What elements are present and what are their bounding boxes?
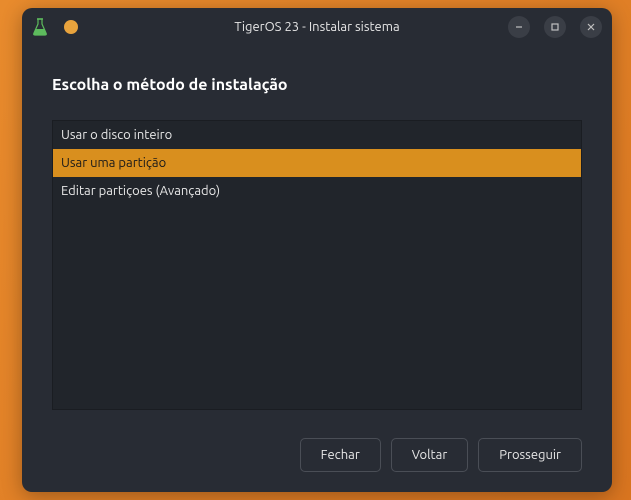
page-heading: Escolha o método de instalação	[52, 76, 582, 94]
titlebar-left	[32, 18, 78, 36]
minimize-button[interactable]	[508, 16, 530, 38]
close-dialog-button[interactable]: Fechar	[300, 438, 381, 472]
maximize-button[interactable]	[544, 16, 566, 38]
option-whole-disk[interactable]: Usar o disco inteiro	[53, 121, 581, 149]
option-advanced-partitions[interactable]: Editar partiçoes (Avançado)	[53, 177, 581, 205]
app-indicator-icon	[64, 20, 78, 34]
flask-icon	[32, 18, 48, 36]
installer-window: TigerOS 23 - Instalar sistema Escolha o …	[22, 8, 612, 492]
next-button[interactable]: Prosseguir	[478, 438, 582, 472]
back-button[interactable]: Voltar	[391, 438, 469, 472]
button-row: Fechar Voltar Prosseguir	[52, 422, 582, 472]
titlebar: TigerOS 23 - Instalar sistema	[22, 8, 612, 46]
option-use-partition[interactable]: Usar uma partição	[53, 149, 581, 177]
close-button[interactable]	[580, 16, 602, 38]
content-area: Escolha o método de instalação Usar o di…	[22, 46, 612, 492]
window-controls	[508, 16, 602, 38]
install-method-list: Usar o disco inteiro Usar uma partição E…	[52, 120, 582, 410]
